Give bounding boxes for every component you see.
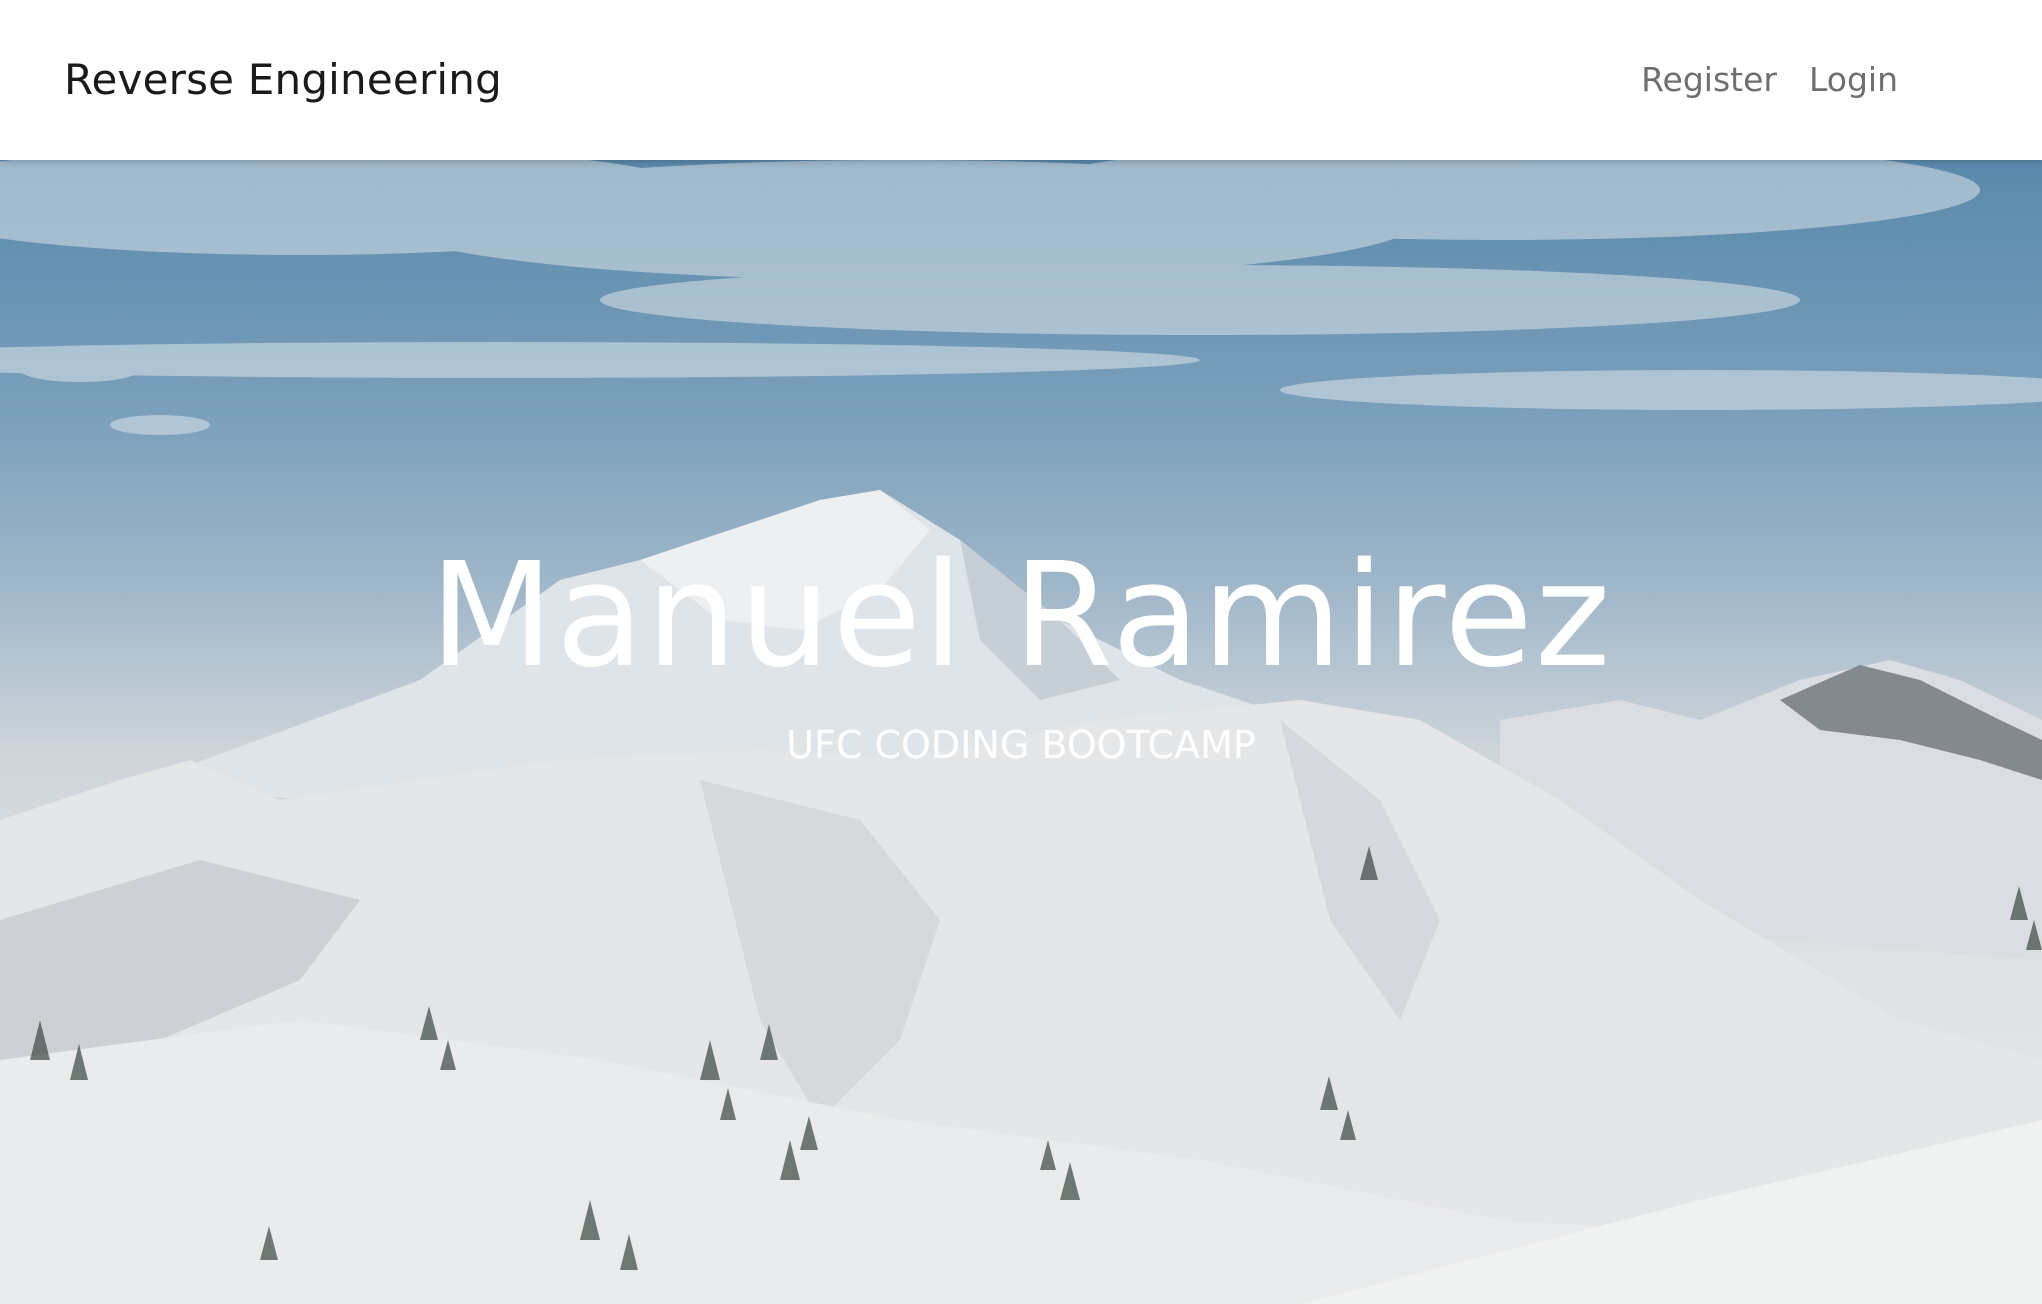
hero-title: Manuel Ramirez	[429, 531, 1613, 699]
login-link[interactable]: Login	[1809, 58, 1898, 102]
nav-links: Register Login	[1641, 58, 1898, 102]
brand-link[interactable]: Reverse Engineering	[64, 54, 502, 106]
top-navbar: Reverse Engineering Register Login	[0, 0, 2042, 160]
hero-section: Manuel Ramirez UFC CODING BOOTCAMP	[0, 160, 2042, 1304]
hero-subtitle: UFC CODING BOOTCAMP	[786, 723, 1256, 767]
register-link[interactable]: Register	[1641, 58, 1777, 102]
